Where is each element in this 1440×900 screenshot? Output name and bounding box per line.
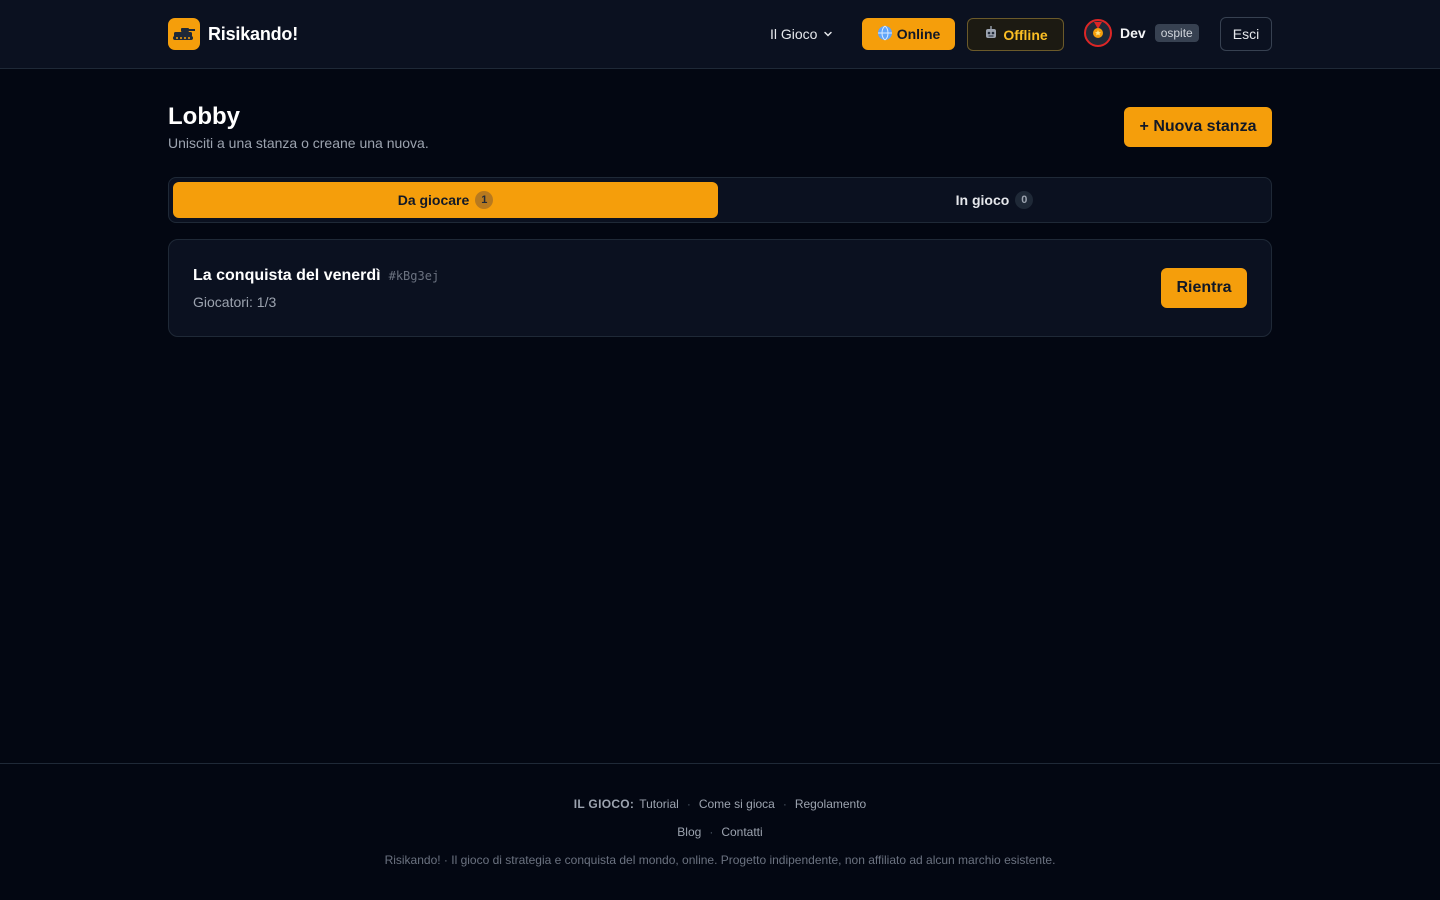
new-room-button[interactable]: + Nuova stanza — [1124, 107, 1272, 147]
tab-label: In gioco — [955, 192, 1010, 208]
tab-count-badge: 1 — [475, 191, 494, 209]
footer-section-label: IL GIOCO: — [573, 797, 635, 811]
footer-link-how-to-play[interactable]: Come si gioca — [699, 797, 775, 811]
room-card: La conquista del venerdì #kBg3ej Giocato… — [168, 239, 1272, 337]
footer-separator: · — [686, 797, 691, 811]
logout-button[interactable]: Esci — [1220, 17, 1272, 51]
nav-game-menu[interactable]: Il Gioco — [762, 20, 841, 48]
nav-game-label: Il Gioco — [770, 26, 818, 42]
footer-copyright: Risikando! · Il gioco di strategia e con… — [384, 853, 1056, 867]
guest-badge: ospite — [1154, 24, 1199, 42]
footer-link-tutorial[interactable]: Tutorial — [639, 797, 679, 811]
tab-label: Da giocare — [397, 192, 470, 208]
online-label: Online — [896, 26, 941, 42]
page: Risikando! Il Gioco Online Offline Dev o… — [0, 0, 1440, 900]
medal-icon — [1090, 21, 1106, 45]
user-name: Dev — [1120, 25, 1146, 41]
footer-link-blog[interactable]: Blog — [677, 825, 701, 839]
chevron-down-icon — [823, 26, 833, 42]
brand-name: Risikando! — [208, 23, 299, 44]
footer-game-links: IL GIOCO: Tutorial · Come si gioca · Reg… — [0, 797, 1440, 811]
reenter-button[interactable]: Rientra — [1161, 268, 1247, 308]
offline-label: Offline — [1003, 26, 1048, 43]
lobby-tabs: Da giocare 1 In gioco 0 — [168, 177, 1272, 223]
page-subtitle: Unisciti a una stanza o creane una nuova… — [168, 135, 429, 151]
offline-mode-button[interactable]: Offline — [967, 18, 1064, 51]
footer-separator: · — [709, 825, 714, 839]
tab-count-badge: 0 — [1015, 191, 1034, 209]
page-footer: IL GIOCO: Tutorial · Come si gioca · Reg… — [0, 763, 1440, 900]
tank-icon — [168, 18, 200, 50]
avatar[interactable] — [1084, 19, 1112, 47]
footer-separator: · — [782, 797, 787, 811]
user-info: Dev ospite — [1084, 19, 1199, 47]
room-title-row: La conquista del venerdì #kBg3ej — [193, 267, 439, 285]
page-title: Lobby — [168, 103, 240, 130]
footer-other-links: Blog · Contatti — [0, 825, 1440, 839]
online-mode-button[interactable]: Online — [862, 18, 955, 50]
tab-in-game[interactable]: In gioco 0 — [722, 182, 1267, 218]
room-name: La conquista del venerdì — [193, 267, 381, 284]
footer-link-rules[interactable]: Regolamento — [795, 797, 866, 811]
footer-link-contacts[interactable]: Contatti — [721, 825, 762, 839]
room-code: #kBg3ej — [388, 269, 440, 283]
robot-icon — [983, 25, 999, 44]
brand-link[interactable]: Risikando! — [168, 18, 298, 50]
globe-icon — [877, 25, 893, 44]
tab-to-play[interactable]: Da giocare 1 — [173, 182, 718, 218]
room-players: Giocatori: 1/3 — [193, 294, 277, 310]
top-header: Risikando! Il Gioco Online Offline Dev o… — [0, 0, 1440, 69]
